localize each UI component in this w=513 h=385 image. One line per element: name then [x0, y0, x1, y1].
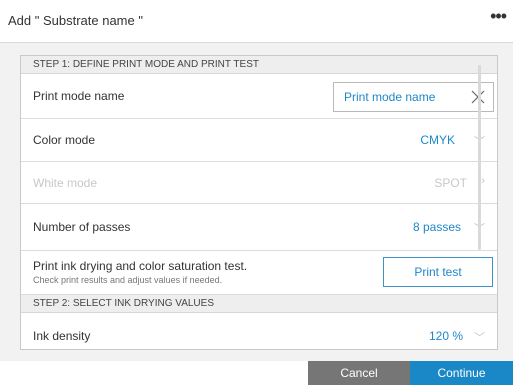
more-dots-icon[interactable]: •••: [490, 7, 507, 25]
chevron-right-icon: ›: [481, 175, 485, 187]
passes-value: 8 passes: [412, 220, 461, 234]
color-mode-value: CMYK: [420, 133, 455, 147]
print-mode-name-label: Print mode name: [33, 89, 125, 103]
print-test-button[interactable]: Print test: [383, 257, 493, 287]
ink-density-label: Ink density: [33, 329, 91, 343]
cancel-button[interactable]: Cancel: [308, 361, 410, 385]
footer-bar: Cancel Continue: [0, 361, 513, 385]
ink-density-row[interactable]: Ink density 120 % ﹀: [21, 313, 497, 349]
print-mode-name-row: Print mode name Print mode name: [21, 74, 497, 119]
white-mode-label: White mode: [33, 176, 98, 190]
color-mode-label: Color mode: [33, 133, 96, 147]
white-mode-row: White mode SPOT ›: [21, 162, 497, 204]
color-mode-row[interactable]: Color mode CMYK ﹀: [21, 119, 497, 162]
print-mode-name-input[interactable]: Print mode name: [333, 82, 494, 112]
continue-button[interactable]: Continue: [410, 361, 513, 385]
step2-header: STEP 2: SELECT INK DRYING VALUES: [21, 295, 497, 313]
chevron-down-icon: ﹀: [474, 332, 485, 344]
scrollbar[interactable]: [478, 65, 481, 250]
print-test-row: Print ink drying and color saturation te…: [21, 251, 497, 295]
settings-panel: STEP 1: DEFINE PRINT MODE AND PRINT TEST…: [20, 55, 498, 350]
passes-row[interactable]: Number of passes 8 passes ﹀: [21, 204, 497, 251]
print-test-note: Check print results and adjust values if…: [33, 275, 223, 285]
ink-density-value: 120 %: [428, 329, 463, 343]
print-mode-name-placeholder: Print mode name: [344, 90, 436, 104]
title-bar: Add " Substrate name " •••: [0, 0, 513, 43]
white-mode-value: SPOT: [434, 176, 467, 190]
window-title: Add " Substrate name ": [8, 13, 143, 28]
print-test-title: Print ink drying and color saturation te…: [33, 259, 248, 273]
passes-label: Number of passes: [33, 220, 131, 234]
step1-header: STEP 1: DEFINE PRINT MODE AND PRINT TEST: [21, 56, 497, 74]
